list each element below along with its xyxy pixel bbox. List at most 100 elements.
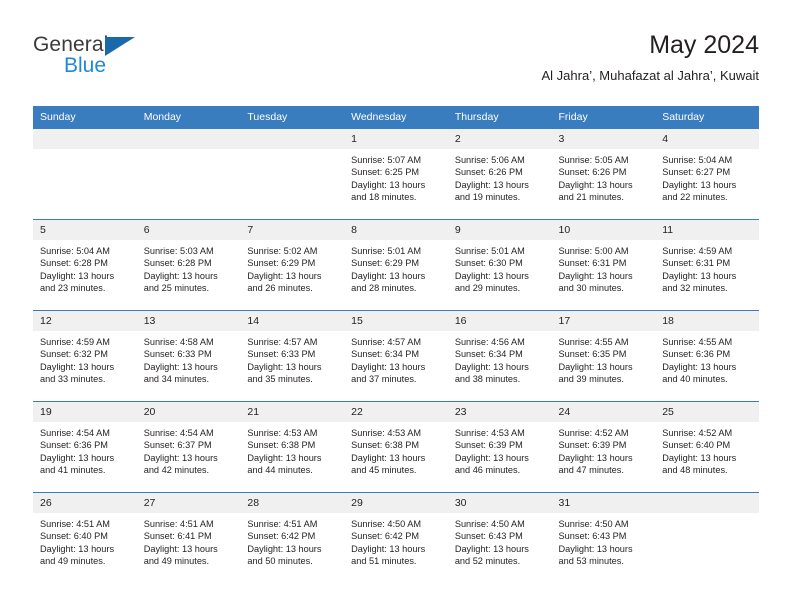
daylight-text-line1: Daylight: 13 hours xyxy=(558,270,633,281)
calendar-day-cell[interactable]: 18 Sunrise: 4:55 AM Sunset: 6:36 PM Dayligh… xyxy=(655,310,759,402)
sunrise-text: Sunrise: 4:53 AM xyxy=(247,428,318,438)
sunrise-text: Sunrise: 4:55 AM xyxy=(662,337,733,347)
calendar-day-cell[interactable]: 9 Sunrise: 5:01 AM Sunset: 6:30 PM Daylight… xyxy=(447,219,552,311)
calendar-day-cell[interactable]: 30 Sunrise: 4:50 AM Sunset: 6:43 PM Dayligh… xyxy=(447,492,552,583)
daylight-text-line2: and 38 minutes. xyxy=(454,374,521,385)
day-details: Sunrise: 4:54 AM Sunset: 6:37 PM Daylight:… xyxy=(137,422,241,477)
calendar-day-cell[interactable]: 1 Sunrise: 5:07 AM Sunset: 6:25 PM Daylight… xyxy=(344,129,448,220)
calendar-week-row: 5 Sunrise: 5:04 AM Sunset: 6:28 PM Daylight… xyxy=(33,219,759,311)
page-subtitle: Al Jahra’, Muhafazat al Jahra’, Kuwait xyxy=(541,68,760,83)
daylight-text-line1: Daylight: 13 hours xyxy=(351,543,426,554)
calendar-day-cell[interactable]: 8 Sunrise: 5:01 AM Sunset: 6:29 PM Daylight… xyxy=(344,219,448,311)
logo-text-general: General xyxy=(33,33,109,56)
sunset-text: Sunset: 6:27 PM xyxy=(662,167,731,178)
day-number: 20 xyxy=(136,402,241,422)
calendar-week-row: 12 Sunrise: 4:59 AM Sunset: 6:32 PM Dayligh… xyxy=(33,310,759,402)
sunrise-text: Sunrise: 4:54 AM xyxy=(40,428,110,438)
calendar-day-cell[interactable]: 27 Sunrise: 4:51 AM Sunset: 6:41 PM Dayligh… xyxy=(136,492,241,583)
calendar-day-cell[interactable]: 22 Sunrise: 4:53 AM Sunset: 6:38 PM Dayligh… xyxy=(344,401,448,493)
daylight-text-line1: Daylight: 13 hours xyxy=(143,361,218,372)
sunset-text: Sunset: 6:39 PM xyxy=(558,440,627,451)
calendar-day-cell[interactable]: 26 Sunrise: 4:51 AM Sunset: 6:40 PM Dayligh… xyxy=(33,492,137,583)
calendar-day-cell[interactable]: 20 Sunrise: 4:54 AM Sunset: 6:37 PM Dayligh… xyxy=(136,401,241,493)
general-blue-logo[interactable]: General Blue xyxy=(33,34,253,90)
day-details: Sunrise: 4:50 AM Sunset: 6:42 PM Daylight:… xyxy=(344,513,448,568)
daylight-text-line2: and 33 minutes. xyxy=(40,374,106,385)
daylight-text-line1: Daylight: 13 hours xyxy=(351,270,426,281)
daylight-text-line1: Daylight: 13 hours xyxy=(247,543,322,554)
day-number: 6 xyxy=(136,220,241,240)
sunset-text: Sunset: 6:43 PM xyxy=(558,531,627,542)
sunset-text: Sunset: 6:40 PM xyxy=(40,531,108,542)
calendar-day-cell[interactable]: 6 Sunrise: 5:03 AM Sunset: 6:28 PM Daylight… xyxy=(136,219,241,311)
daylight-text-line1: Daylight: 13 hours xyxy=(454,361,529,372)
sunrise-text: Sunrise: 5:02 AM xyxy=(247,246,318,256)
day-details: Sunrise: 4:51 AM Sunset: 6:41 PM Daylight:… xyxy=(137,513,241,568)
daylight-text-line1: Daylight: 13 hours xyxy=(454,270,529,281)
day-details: Sunrise: 5:00 AM Sunset: 6:31 PM Daylight:… xyxy=(552,240,656,295)
daylight-text-line2: and 18 minutes. xyxy=(351,192,417,203)
calendar-day-cell[interactable]: 14 Sunrise: 4:57 AM Sunset: 6:33 PM Dayligh… xyxy=(240,310,345,402)
sunset-text: Sunset: 6:33 PM xyxy=(143,349,212,360)
calendar-day-cell[interactable]: 31 Sunrise: 4:50 AM Sunset: 6:43 PM Dayligh… xyxy=(551,492,656,583)
sunrise-text: Sunrise: 4:58 AM xyxy=(143,337,214,347)
calendar-day-cell[interactable]: 7 Sunrise: 5:02 AM Sunset: 6:29 PM Daylight… xyxy=(240,219,345,311)
sunrise-text: Sunrise: 4:51 AM xyxy=(143,519,214,529)
daylight-text-line1: Daylight: 13 hours xyxy=(40,361,115,372)
sunrise-text: Sunrise: 4:52 AM xyxy=(662,428,733,438)
daylight-text-line1: Daylight: 13 hours xyxy=(40,270,115,281)
day-number: 22 xyxy=(344,402,448,422)
calendar-day-cell[interactable]: 17 Sunrise: 4:55 AM Sunset: 6:35 PM Dayligh… xyxy=(551,310,656,402)
daylight-text-line2: and 30 minutes. xyxy=(558,283,624,294)
calendar-day-cell[interactable]: 29 Sunrise: 4:50 AM Sunset: 6:42 PM Dayligh… xyxy=(344,492,448,583)
day-number: 8 xyxy=(344,220,448,240)
sunrise-text: Sunrise: 4:55 AM xyxy=(558,337,629,347)
day-number: 17 xyxy=(551,311,656,331)
calendar-day-cell[interactable]: 5 Sunrise: 5:04 AM Sunset: 6:28 PM Daylight… xyxy=(33,219,137,311)
day-details: Sunrise: 4:55 AM Sunset: 6:36 PM Daylight:… xyxy=(655,331,759,386)
calendar-day-cell[interactable]: 16 Sunrise: 4:56 AM Sunset: 6:34 PM Dayligh… xyxy=(447,310,552,402)
daylight-text-line2: and 28 minutes. xyxy=(351,283,417,294)
daylight-text-line1: Daylight: 13 hours xyxy=(351,452,426,463)
calendar-day-cell[interactable]: 12 Sunrise: 4:59 AM Sunset: 6:32 PM Dayligh… xyxy=(33,310,137,402)
calendar-day-cell[interactable]: 15 Sunrise: 4:57 AM Sunset: 6:34 PM Dayligh… xyxy=(344,310,448,402)
sunset-text: Sunset: 6:41 PM xyxy=(143,531,212,542)
daylight-text-line2: and 51 minutes. xyxy=(351,556,417,567)
daylight-text-line1: Daylight: 13 hours xyxy=(247,270,322,281)
sunset-text: Sunset: 6:34 PM xyxy=(454,349,523,360)
day-details xyxy=(33,149,137,154)
calendar-day-cell[interactable]: 3 Sunrise: 5:05 AM Sunset: 6:26 PM Daylight… xyxy=(551,129,656,220)
daylight-text-line1: Daylight: 13 hours xyxy=(143,270,218,281)
calendar-day-cell[interactable]: 21 Sunrise: 4:53 AM Sunset: 6:38 PM Dayligh… xyxy=(240,401,345,493)
calendar-day-cell[interactable]: 19 Sunrise: 4:54 AM Sunset: 6:36 PM Dayligh… xyxy=(33,401,137,493)
day-number: 21 xyxy=(240,402,345,422)
calendar-day-cell[interactable]: 28 Sunrise: 4:51 AM Sunset: 6:42 PM Dayligh… xyxy=(240,492,345,583)
calendar-day-cell[interactable]: 2 Sunrise: 5:06 AM Sunset: 6:26 PM Daylight… xyxy=(447,129,552,220)
calendar-day-cell[interactable]: 24 Sunrise: 4:52 AM Sunset: 6:39 PM Dayligh… xyxy=(551,401,656,493)
calendar-day-cell[interactable]: 10 Sunrise: 5:00 AM Sunset: 6:31 PM Dayligh… xyxy=(551,219,656,311)
daylight-text-line2: and 21 minutes. xyxy=(558,192,624,203)
daylight-text-line2: and 22 minutes. xyxy=(662,192,728,203)
calendar-day-cell[interactable]: 11 Sunrise: 4:59 AM Sunset: 6:31 PM Dayligh… xyxy=(655,219,759,311)
calendar-day-cell[interactable]: 4 Sunrise: 5:04 AM Sunset: 6:27 PM Daylight… xyxy=(655,129,759,220)
sunset-text: Sunset: 6:31 PM xyxy=(662,258,731,269)
day-number: 28 xyxy=(240,493,345,513)
day-details: Sunrise: 4:59 AM Sunset: 6:32 PM Daylight:… xyxy=(33,331,137,386)
sunrise-text: Sunrise: 4:52 AM xyxy=(558,428,629,438)
day-number: 23 xyxy=(447,402,552,422)
daylight-text-line1: Daylight: 13 hours xyxy=(454,452,529,463)
sunset-text: Sunset: 6:36 PM xyxy=(40,440,108,451)
calendar-day-cell-empty xyxy=(136,129,241,220)
daylight-text-line1: Daylight: 13 hours xyxy=(351,361,426,372)
day-details: Sunrise: 4:52 AM Sunset: 6:40 PM Daylight:… xyxy=(655,422,759,477)
day-number: 30 xyxy=(447,493,552,513)
calendar-day-cell[interactable]: 25 Sunrise: 4:52 AM Sunset: 6:40 PM Dayligh… xyxy=(655,401,759,493)
day-details: Sunrise: 4:57 AM Sunset: 6:33 PM Daylight:… xyxy=(240,331,344,386)
day-number xyxy=(136,129,241,149)
day-details xyxy=(655,513,759,518)
sunset-text: Sunset: 6:26 PM xyxy=(454,167,523,178)
calendar-header-row: Sunday Monday Tuesday Wednesday Thursday… xyxy=(33,106,759,129)
calendar-day-cell[interactable]: 23 Sunrise: 4:53 AM Sunset: 6:39 PM Dayligh… xyxy=(447,401,552,493)
day-number: 7 xyxy=(240,220,345,240)
calendar-day-cell[interactable]: 13 Sunrise: 4:58 AM Sunset: 6:33 PM Dayligh… xyxy=(136,310,241,402)
